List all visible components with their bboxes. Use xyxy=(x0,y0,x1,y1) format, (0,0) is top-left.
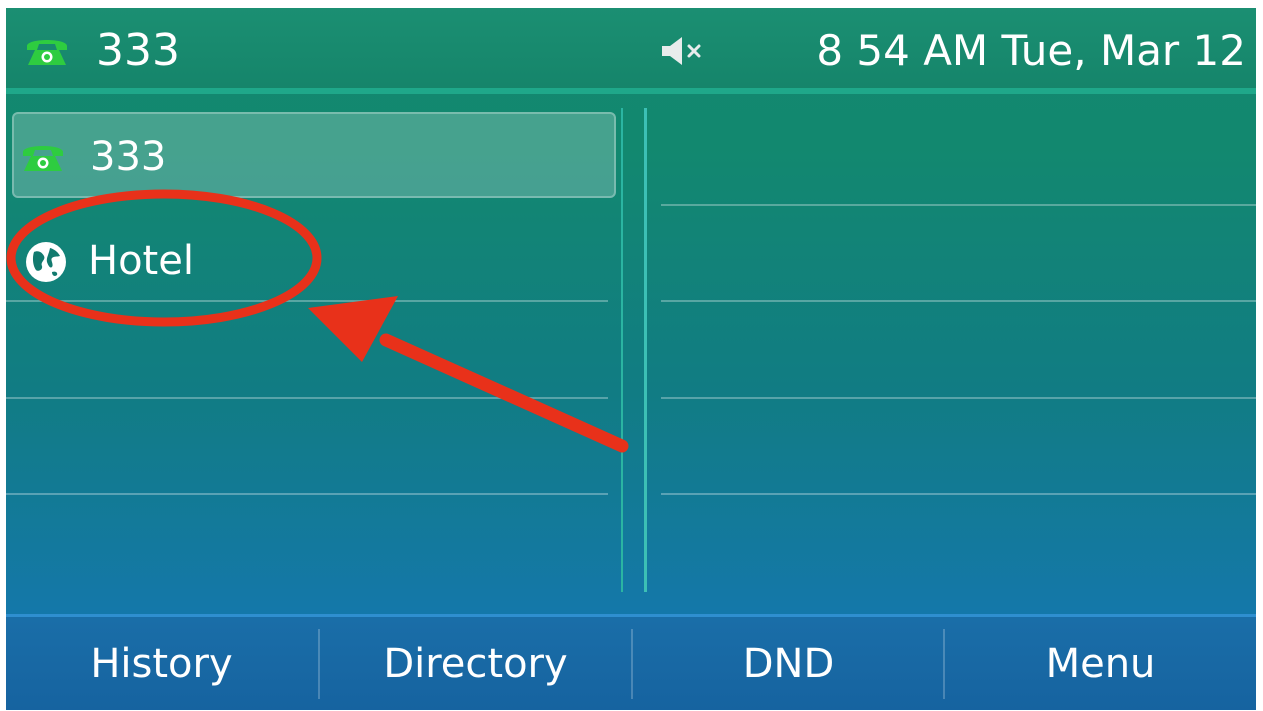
list-divider xyxy=(661,493,1256,495)
globe-icon xyxy=(26,242,66,282)
softkey-label: Menu xyxy=(1045,640,1156,687)
line-key-333[interactable]: 333 xyxy=(12,112,616,198)
list-divider xyxy=(661,204,1256,206)
phone-handset-icon xyxy=(27,40,67,65)
softkey-label: Directory xyxy=(383,640,568,687)
list-divider xyxy=(6,397,608,399)
phone-handset-icon xyxy=(23,146,63,171)
speaker-muted-icon[interactable] xyxy=(658,34,706,68)
directory-softkey[interactable]: Directory xyxy=(320,617,631,710)
softkey-bar: History Directory DND Menu xyxy=(6,614,1256,710)
line-key-hotel[interactable]: Hotel xyxy=(6,208,618,300)
status-account-label: 333 xyxy=(96,25,180,76)
status-bar: 333 8 54 AM Tue, Mar 12 xyxy=(6,8,1256,94)
menu-softkey[interactable]: Menu xyxy=(945,617,1256,710)
line-key-label: 333 xyxy=(90,134,167,180)
list-divider xyxy=(6,300,608,302)
history-softkey[interactable]: History xyxy=(6,617,317,710)
right-panel xyxy=(644,108,1256,592)
softkey-label: DND xyxy=(742,640,835,687)
softkey-label: History xyxy=(90,640,233,687)
list-divider xyxy=(661,300,1256,302)
dnd-softkey[interactable]: DND xyxy=(633,617,944,710)
status-clock: 8 54 AM Tue, Mar 12 xyxy=(816,26,1246,75)
phone-screen: 333 8 54 AM Tue, Mar 12 333 Hotel Histor… xyxy=(6,8,1256,710)
line-key-list: 333 Hotel xyxy=(6,108,623,592)
list-divider xyxy=(6,493,608,495)
list-divider xyxy=(661,397,1256,399)
line-key-label: Hotel xyxy=(88,238,194,284)
